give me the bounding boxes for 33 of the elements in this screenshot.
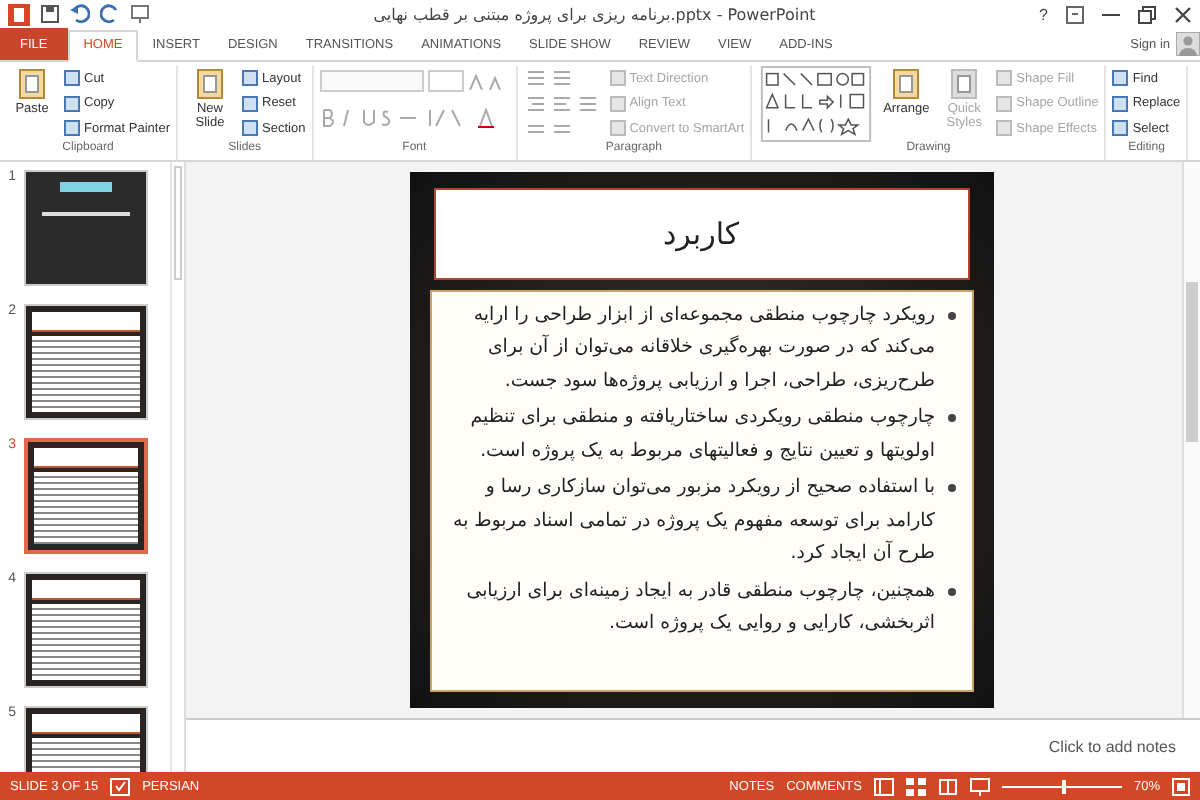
grow-font-icon[interactable] bbox=[467, 73, 504, 89]
slideshow-icon[interactable] bbox=[969, 777, 990, 795]
powerpoint-logo-icon[interactable] bbox=[8, 3, 30, 25]
thumbnail-scrollbar[interactable] bbox=[170, 162, 184, 772]
bullet-paragraph: با استفاده صحیح از رویکرد مزبور می‌توان سازکاری رسا و کارامد برای توسعه مفهوم یک پروژه در تمامی اسناد مربوط به طرح آن ایجاد کرد. bbox=[447, 472, 955, 572]
start-slideshow-icon[interactable] bbox=[130, 4, 150, 24]
window-title: برنامه ریزی برای پروژه مبتنی بر قطب نهایی.pptx - PowerPoint bbox=[371, 5, 818, 23]
slide-thumbnail[interactable] bbox=[24, 304, 148, 420]
bullet-paragraph: همچنین، چارچوب منطقی قادر به ایجاد زمینه‌ای برای ارزیابی اثربخشی، کارایی و روایی یک پروژه است. bbox=[447, 575, 955, 642]
close-icon[interactable] bbox=[1174, 5, 1192, 23]
redo-icon[interactable] bbox=[100, 4, 120, 24]
normal-view-icon[interactable] bbox=[873, 777, 894, 795]
minimize-icon[interactable] bbox=[1102, 11, 1120, 17]
ribbon-display-icon[interactable] bbox=[1066, 5, 1084, 23]
font-size-field[interactable] bbox=[427, 70, 464, 92]
help-button[interactable]: ? bbox=[1039, 5, 1048, 23]
fit-slide-icon[interactable] bbox=[1172, 777, 1190, 795]
zoom-slider[interactable] bbox=[1001, 778, 1122, 794]
bullet-paragraph: چارچوب منطقی رویکردی ساختاریافته و منطقی برای تنظیم اولویتها و تعیین نتایج و فعالیتهای مربوط به یک پروژه است. bbox=[447, 402, 955, 469]
slide-scrollbar[interactable] bbox=[1182, 162, 1200, 718]
reading-view-icon[interactable] bbox=[937, 777, 958, 795]
slide-thumbnail[interactable] bbox=[24, 170, 148, 286]
save-icon[interactable] bbox=[40, 4, 60, 24]
slide-sorter-icon[interactable] bbox=[905, 777, 926, 795]
shapes-gallery-drawing[interactable] bbox=[758, 66, 875, 142]
spell-check-icon[interactable] bbox=[110, 777, 131, 795]
bullet-paragraph: رویکرد چارچوب منطقی مجموعه‌ای از ابزار طراحی را ارایه می‌کند که در صورت بهره‌گیری خلاقانه می‌توان از آن برای طرح‌ریزی، طراحی، اجرا و ارزیابی پروژه‌ها سود جست. bbox=[447, 300, 955, 399]
slide-thumbnail[interactable] bbox=[24, 438, 148, 554]
undo-icon[interactable] bbox=[70, 4, 90, 24]
restore-icon[interactable] bbox=[1138, 5, 1156, 23]
slide-title: کاربرد bbox=[433, 188, 969, 280]
notes-field[interactable]: Click to add notes bbox=[186, 718, 1200, 772]
slide-thumbnail[interactable] bbox=[24, 572, 148, 688]
